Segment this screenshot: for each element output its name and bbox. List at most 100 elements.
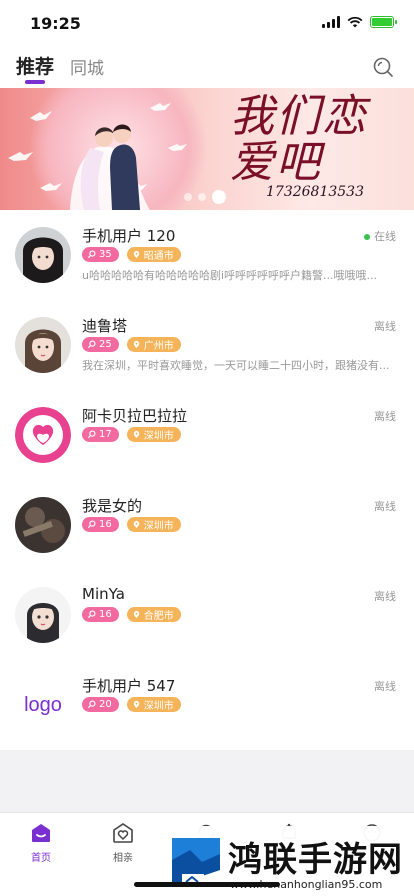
avatar-logo-text: logo: [24, 693, 62, 716]
location-pin-icon: [132, 430, 141, 439]
city-value: 深圳市: [143, 701, 174, 712]
avatar-photo-dark[interactable]: [15, 497, 71, 553]
location-pin-icon: [132, 520, 141, 529]
status-time: 19:25: [30, 14, 81, 33]
online-status-label: 离线: [374, 500, 396, 513]
user-badges: 25 广州市: [82, 337, 181, 352]
top-tabs: 推荐 同城: [0, 46, 414, 90]
user-badges: 35 昭通市: [82, 247, 181, 262]
age-badge: 35: [82, 247, 119, 262]
city-badge: 深圳市: [126, 697, 181, 712]
watermark-title: 鸿联手游网: [228, 840, 403, 880]
online-dot-icon: [364, 234, 370, 240]
search-icon[interactable]: [372, 56, 394, 78]
status-icons: [322, 16, 397, 28]
online-status: 离线: [374, 408, 396, 424]
banner-dot[interactable]: [184, 193, 192, 201]
age-value: 16: [99, 519, 112, 530]
heart-box-icon: [113, 823, 133, 843]
city-badge: 合肥市: [126, 607, 181, 622]
age-badge: 17: [82, 427, 119, 442]
city-value: 深圳市: [143, 521, 174, 532]
promo-banner[interactable]: 我们恋爱吧 17326813533: [0, 88, 414, 210]
avatar-illustrated-girl[interactable]: [15, 587, 71, 643]
location-pin-icon: [132, 610, 141, 619]
banner-title: 我们恋爱吧: [230, 91, 368, 188]
gender-icon: [87, 250, 96, 259]
status-bar: 19:25: [0, 0, 414, 46]
user-name: 阿卡贝拉巴拉拉: [82, 407, 188, 425]
city-badge: 昭通市: [126, 247, 181, 262]
location-pin-icon: [132, 250, 141, 259]
signal-icon: [322, 16, 340, 28]
city-badge: 深圳市: [126, 517, 181, 532]
online-status: 在线: [364, 228, 396, 244]
online-status: 离线: [374, 588, 396, 604]
user-bio: u哈哈哈哈哈有哈哈哈哈哈剧i呼呼呼呼呼呼户籍警...哦哦哦...: [82, 269, 378, 282]
online-status-label: 离线: [374, 680, 396, 693]
location-pin-icon: [132, 340, 141, 349]
tab-same-city[interactable]: 同城: [70, 54, 104, 79]
user-name: 我是女的: [82, 497, 143, 515]
user-name: MinYa: [82, 585, 125, 603]
user-list: 手机用户 120 在线 35 昭通市 u哈哈哈哈哈有哈哈哈哈哈剧i呼呼呼呼呼呼户籍警..…: [0, 210, 414, 750]
banner-dot[interactable]: [198, 193, 206, 201]
user-badges: 16 深圳市: [82, 517, 181, 532]
age-badge: 16: [82, 607, 119, 622]
user-row[interactable]: 阿卡贝拉巴拉拉 离线 17 深圳市: [0, 390, 414, 480]
wifi-icon: [347, 16, 363, 28]
online-status-label: 离线: [374, 410, 396, 423]
home-indicator: [134, 882, 280, 887]
location-pin-icon: [132, 700, 141, 709]
age-badge: 16: [82, 517, 119, 532]
battery-icon: [370, 16, 397, 28]
city-value: 广州市: [143, 341, 174, 352]
online-status-label: 在线: [374, 230, 396, 243]
user-row[interactable]: logo 手机用户 547 离线 20 深圳市: [0, 660, 414, 750]
avatar-photo-girl[interactable]: [15, 317, 71, 373]
tab-recommend[interactable]: 推荐: [16, 52, 54, 79]
user-bio: 我在深圳，平时喜欢睡觉，一天可以睡二十四小时，跟猪没有...: [82, 359, 390, 372]
age-badge: 20: [82, 697, 119, 712]
user-badges: 20 深圳市: [82, 697, 181, 712]
tab-active-indicator: [25, 80, 45, 84]
user-row[interactable]: 手机用户 120 在线 35 昭通市 u哈哈哈哈哈有哈哈哈哈哈剧i呼呼呼呼呼呼户籍警..…: [0, 210, 414, 300]
user-name: 迪鲁塔: [82, 317, 128, 335]
user-row[interactable]: MinYa 离线 16 合肥市: [0, 570, 414, 660]
city-badge: 深圳市: [126, 427, 181, 442]
banner-phone: 17326813533: [266, 184, 364, 200]
user-badges: 17 深圳市: [82, 427, 181, 442]
online-status-label: 离线: [374, 590, 396, 603]
user-name: 手机用户 120: [82, 227, 176, 245]
home-icon: [32, 824, 50, 842]
age-value: 16: [99, 609, 112, 620]
online-status-label: 离线: [374, 320, 396, 333]
banner-pagination: [184, 190, 226, 204]
avatar-photo-girl-dark[interactable]: [15, 227, 71, 283]
city-value: 昭通市: [143, 251, 174, 262]
online-status: 离线: [374, 678, 396, 694]
gender-icon: [87, 700, 96, 709]
nav-dating[interactable]: 相亲: [93, 821, 153, 864]
banner-dot-active[interactable]: [212, 190, 226, 204]
city-value: 合肥市: [143, 611, 174, 622]
age-value: 35: [99, 249, 112, 260]
user-row[interactable]: 我是女的 离线 16 深圳市: [0, 480, 414, 570]
avatar-pink-flower-logo[interactable]: [15, 407, 71, 463]
user-badges: 16 合肥市: [82, 607, 181, 622]
gender-icon: [87, 340, 96, 349]
age-value: 20: [99, 699, 112, 710]
gender-icon: [87, 430, 96, 439]
gender-icon: [87, 520, 96, 529]
user-name: 手机用户 547: [82, 677, 176, 695]
online-status: 离线: [374, 498, 396, 514]
age-value: 17: [99, 429, 112, 440]
nav-home[interactable]: 首页: [11, 821, 71, 864]
age-badge: 25: [82, 337, 119, 352]
nav-home-label: 首页: [31, 853, 51, 864]
avatar-logo-text[interactable]: logo: [15, 677, 71, 733]
nav-dating-label: 相亲: [113, 853, 133, 864]
age-value: 25: [99, 339, 112, 350]
user-row[interactable]: 迪鲁塔 离线 25 广州市我在深圳，平时喜欢睡觉，一天可以睡二十四小时，跟猪没有...: [0, 300, 414, 390]
city-badge: 广州市: [126, 337, 181, 352]
